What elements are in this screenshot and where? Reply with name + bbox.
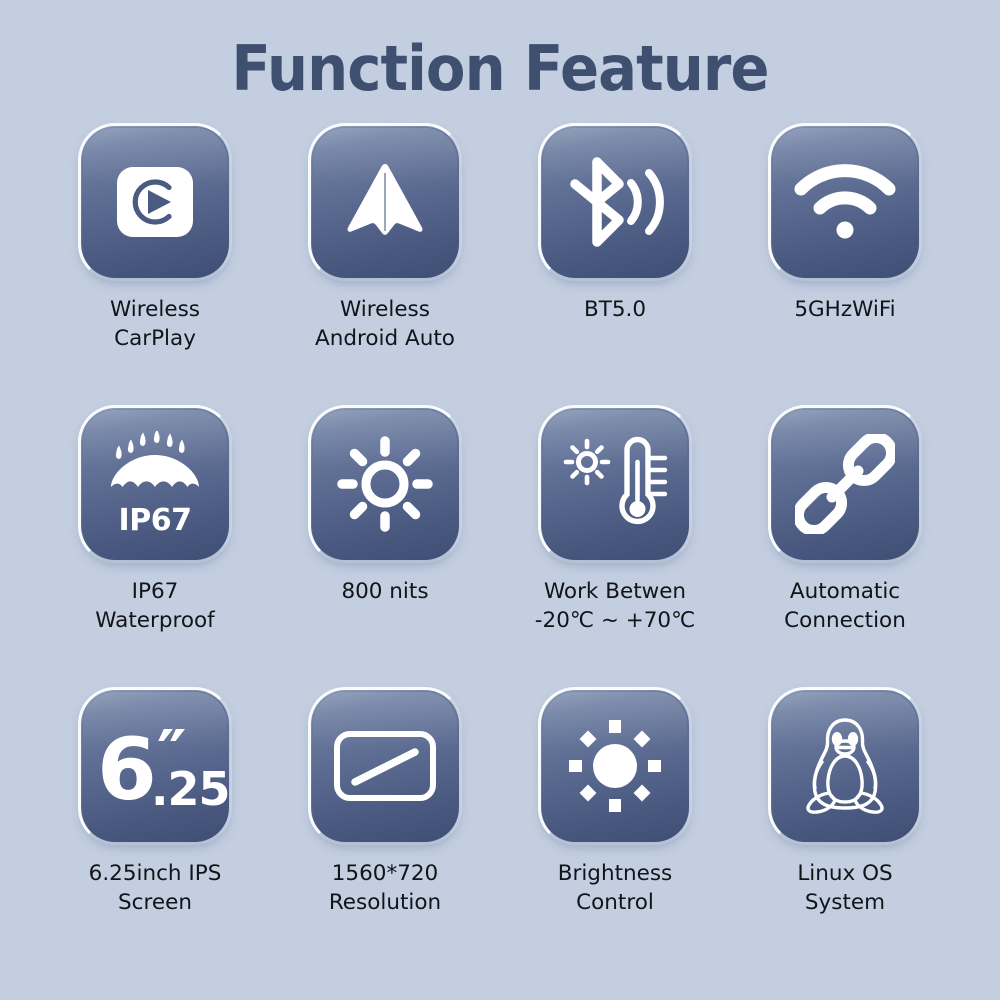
feature-caption-line1: 6.25inch IPS: [88, 861, 222, 886]
bluetooth-icon: [570, 157, 664, 247]
feature-caption-line1: 800 nits: [341, 579, 429, 604]
feature-item-automatic-connection[interactable]: Automatic Connection: [730, 405, 960, 690]
feature-caption-line2: Resolution: [328, 889, 442, 915]
feature-caption-line1: BT5.0: [583, 297, 647, 322]
feature-caption: Linux OS System: [797, 860, 892, 917]
feature-caption: 6.25inch IPS Screen: [89, 860, 222, 917]
feature-item-wireless-android-auto[interactable]: Wireless Android Auto: [270, 123, 500, 408]
feature-grid: Wireless CarPlay Wireless Android Auto B…: [40, 123, 960, 972]
feature-caption: Automatic Connection: [784, 578, 906, 635]
android-auto-icon: [347, 164, 423, 235]
feature-caption-line1: IP67: [131, 579, 179, 604]
feature-tile: [308, 405, 462, 563]
feature-item-resolution[interactable]: 1560*720 Resolution: [270, 687, 500, 972]
feature-caption-line2: Waterproof: [95, 607, 215, 633]
feature-tile: IP67: [78, 405, 232, 563]
feature-tile: [308, 687, 462, 845]
feature-caption-line2: -20℃ ~ +70℃: [534, 607, 696, 633]
feature-caption: 5GHzWiFi: [794, 296, 895, 325]
feature-tile: [538, 687, 692, 845]
feature-item-brightness-control[interactable]: Brightness Control: [500, 687, 730, 972]
feature-item-bluetooth[interactable]: BT5.0: [500, 123, 730, 408]
feature-caption-line1: Brightness: [557, 861, 673, 886]
feature-caption: IP67 Waterproof: [95, 578, 214, 635]
feature-caption-line2: Android Auto: [315, 325, 455, 351]
feature-item-working-temperature[interactable]: Work Betwen -20℃ ~ +70℃: [500, 405, 730, 690]
umbrella-waterproof-icon: [111, 430, 199, 487]
feature-caption: 1560*720 Resolution: [329, 860, 441, 917]
feature-caption-line2: Connection: [784, 607, 906, 633]
feature-item-linux-os[interactable]: Linux OS System: [730, 687, 960, 972]
feature-caption-line1: Automatic: [789, 579, 901, 604]
feature-tile: [78, 123, 232, 281]
feature-item-wifi[interactable]: 5GHzWiFi: [730, 123, 960, 408]
feature-tile: [308, 123, 462, 281]
feature-caption-line1: Wireless: [340, 297, 430, 322]
thermometer-sun-icon: [563, 436, 668, 525]
feature-caption-line1: 1560*720: [331, 861, 439, 886]
feature-item-wireless-carplay[interactable]: Wireless CarPlay: [40, 123, 270, 408]
feature-tile: [538, 123, 692, 281]
feature-tile: [538, 405, 692, 563]
sun-rays-icon: [337, 436, 433, 532]
feature-caption: BT5.0: [584, 296, 646, 325]
feature-tile: [768, 687, 922, 845]
feature-caption-line1: 5GHzWiFi: [794, 297, 896, 322]
carplay-icon: [117, 167, 193, 237]
feature-caption: 800 nits: [341, 578, 428, 607]
feature-tile: [768, 405, 922, 563]
feature-item-screen-size[interactable]: 6 ″ .25 6.25inch IPS Screen: [40, 687, 270, 972]
display-resolution-icon: [334, 731, 436, 801]
feature-caption: Wireless Android Auto: [315, 296, 455, 353]
screen-size-number: 6: [97, 720, 157, 820]
umbrella-ip-label: IP67: [118, 502, 192, 538]
feature-caption-line2: Screen: [118, 889, 192, 915]
feature-caption: Wireless CarPlay: [110, 296, 200, 353]
feature-caption-line2: Control: [576, 889, 654, 915]
brightness-icon: [569, 720, 661, 812]
feature-caption-line1: Linux OS: [797, 861, 893, 886]
chain-link-icon: [795, 434, 895, 534]
feature-caption: Work Betwen -20℃ ~ +70℃: [535, 578, 695, 635]
feature-tile: 6 ″ .25: [78, 687, 232, 845]
feature-caption-line1: Work Betwen: [543, 579, 687, 604]
feature-item-800-nits[interactable]: 800 nits: [270, 405, 500, 690]
wifi-icon: [794, 164, 896, 239]
feature-caption: Brightness Control: [558, 860, 673, 917]
linux-penguin-icon: [806, 718, 884, 814]
feature-item-ip67-waterproof[interactable]: IP67 IP67 Waterproof: [40, 405, 270, 690]
screen-size-decimal: .25: [151, 762, 230, 816]
feature-caption-line2: CarPlay: [114, 325, 196, 351]
feature-caption-line2: System: [804, 889, 886, 915]
feature-tile: [768, 123, 922, 281]
page-title: Function Feature: [231, 32, 769, 105]
feature-caption-line1: Wireless: [110, 297, 200, 322]
screen-size-icon: 6 ″ .25: [95, 716, 230, 820]
